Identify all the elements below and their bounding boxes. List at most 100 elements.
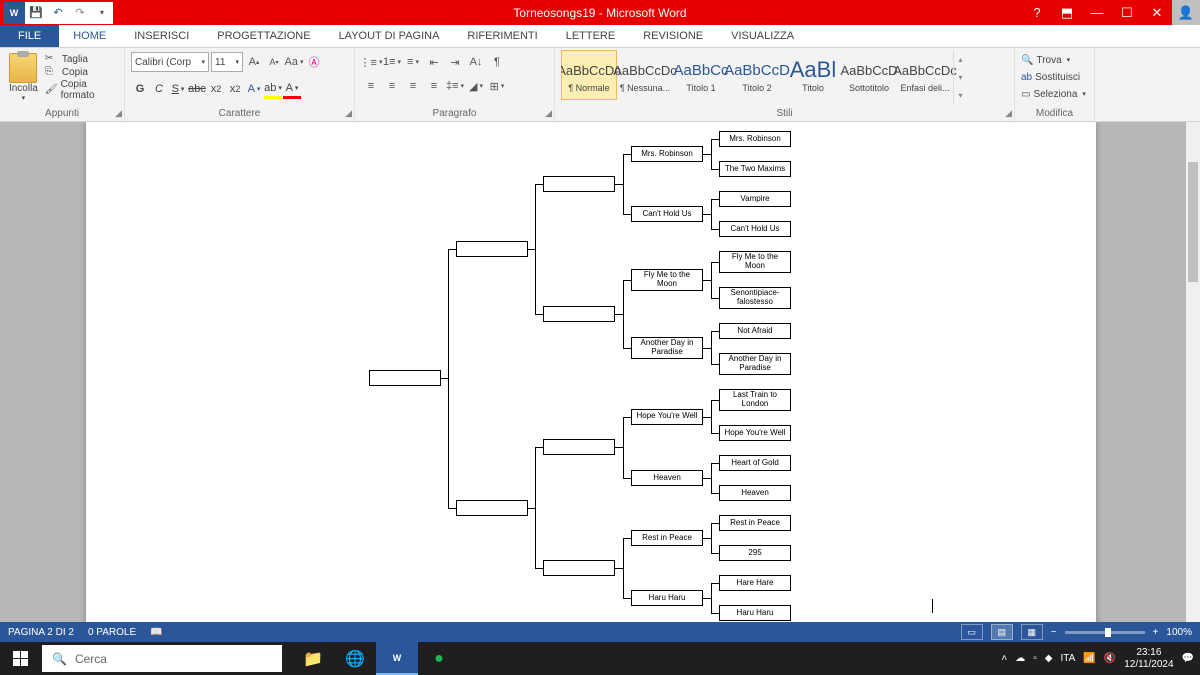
- tab-design[interactable]: PROGETTAZIONE: [203, 25, 324, 47]
- tab-view[interactable]: VISUALIZZA: [717, 25, 808, 47]
- save-icon[interactable]: 💾: [25, 2, 47, 24]
- r2-box-1[interactable]: [456, 500, 528, 516]
- tab-letters[interactable]: LETTERE: [552, 25, 630, 47]
- shading-icon[interactable]: ◢▾: [466, 76, 486, 96]
- r8-box-0[interactable]: Mrs. Robinson: [631, 146, 703, 162]
- r8-box-7[interactable]: Haru Haru: [631, 590, 703, 606]
- paragraph-launcher-icon[interactable]: ◢: [545, 108, 552, 119]
- shrink-font-icon[interactable]: A▾: [265, 52, 283, 72]
- tab-refs[interactable]: RIFERIMENTI: [453, 25, 551, 47]
- web-layout-icon[interactable]: ▦: [1021, 624, 1043, 640]
- r16-box-4[interactable]: Fly Me to the Moon: [719, 251, 791, 273]
- document-area[interactable]: Mrs. Robinson The Two Maxims Vampire Can't …: [0, 122, 1186, 642]
- vertical-scrollbar[interactable]: [1186, 122, 1200, 642]
- minimize-icon[interactable]: —: [1082, 0, 1112, 25]
- r16-box-1[interactable]: The Two Maxims: [719, 161, 791, 177]
- tray-app-icon[interactable]: ▫: [1033, 653, 1037, 664]
- bullets-icon[interactable]: ⋮≡▾: [361, 52, 381, 72]
- tray-chevron-icon[interactable]: ˄: [1001, 653, 1007, 664]
- replace-button[interactable]: ab Sostituisci: [1021, 69, 1088, 85]
- r16-box-15[interactable]: Haru Haru: [719, 605, 791, 621]
- line-spacing-icon[interactable]: ‡≡▾: [445, 76, 465, 96]
- print-layout-icon[interactable]: ▤: [991, 624, 1013, 640]
- align-center-icon[interactable]: ≡: [382, 76, 402, 96]
- taskbar-search[interactable]: 🔍 Cerca: [42, 645, 282, 672]
- r16-box-3[interactable]: Can't Hold Us: [719, 221, 791, 237]
- style-sottotitolo[interactable]: AaBbCcDSottotitolo: [841, 50, 897, 100]
- style--normale[interactable]: AaBbCcDc¶ Normale: [561, 50, 617, 100]
- word-count[interactable]: 0 PAROLE: [88, 627, 136, 638]
- style-titolo[interactable]: AaBlTitolo: [785, 50, 841, 100]
- copy-button[interactable]: ⎘Copia: [45, 66, 118, 78]
- r8-box-2[interactable]: Fly Me to the Moon: [631, 269, 703, 291]
- tab-review[interactable]: REVISIONE: [629, 25, 717, 47]
- proofing-icon[interactable]: 📖: [150, 627, 162, 638]
- qa-more-icon[interactable]: ▾: [91, 2, 113, 24]
- r8-box-5[interactable]: Heaven: [631, 470, 703, 486]
- dec-indent-icon[interactable]: ⇤: [424, 52, 444, 72]
- font-launcher-icon[interactable]: ◢: [345, 108, 352, 119]
- tab-home[interactable]: HOME: [59, 25, 120, 47]
- tab-layout[interactable]: LAYOUT DI PAGINA: [325, 25, 454, 47]
- volume-icon[interactable]: 🔇: [1104, 653, 1116, 664]
- align-left-icon[interactable]: ≡: [361, 76, 381, 96]
- r16-box-5[interactable]: Senontipiace-falostesso: [719, 287, 791, 309]
- page-indicator[interactable]: PAGINA 2 DI 2: [8, 627, 74, 638]
- justify-icon[interactable]: ≡: [424, 76, 444, 96]
- r16-box-11[interactable]: Heaven: [719, 485, 791, 501]
- superscript-icon[interactable]: x2: [226, 79, 244, 99]
- r4-box-0[interactable]: [543, 176, 615, 192]
- align-right-icon[interactable]: ≡: [403, 76, 423, 96]
- style-titolo-2[interactable]: AaBbCcDTitolo 2: [729, 50, 785, 100]
- bold-icon[interactable]: G: [131, 79, 149, 99]
- cut-button[interactable]: ✂Taglia: [45, 53, 118, 65]
- r16-box-10[interactable]: Heart of Gold: [719, 455, 791, 471]
- chrome-icon[interactable]: 🌐: [334, 642, 376, 675]
- r2-box-0[interactable]: [456, 241, 528, 257]
- styles-more-icon[interactable]: ▴▾▾: [953, 50, 967, 104]
- numbering-icon[interactable]: 1≡▾: [382, 52, 402, 72]
- show-marks-icon[interactable]: ¶: [487, 52, 507, 72]
- r4-box-3[interactable]: [543, 560, 615, 576]
- r16-box-14[interactable]: Hare Hare: [719, 575, 791, 591]
- wifi-icon[interactable]: 📶: [1083, 653, 1095, 664]
- paste-button[interactable]: Incolla ▾: [6, 50, 41, 104]
- select-button[interactable]: ▭ Seleziona ▾: [1021, 86, 1088, 102]
- r16-box-0[interactable]: Mrs. Robinson: [719, 131, 791, 147]
- r8-box-6[interactable]: Rest in Peace: [631, 530, 703, 546]
- read-mode-icon[interactable]: ▭: [961, 624, 983, 640]
- clock[interactable]: 23:1612/11/2024: [1124, 647, 1173, 671]
- zoom-slider[interactable]: [1065, 631, 1145, 634]
- italic-icon[interactable]: C: [150, 79, 168, 99]
- r16-box-2[interactable]: Vampire: [719, 191, 791, 207]
- subscript-icon[interactable]: x2: [207, 79, 225, 99]
- font-color-icon[interactable]: A▾: [283, 79, 301, 99]
- styles-gallery[interactable]: AaBbCcDc¶ NormaleAaBbCcDc¶ Nessuna...AaB…: [561, 50, 1008, 104]
- ribbon-display-icon[interactable]: ⬒: [1052, 0, 1082, 25]
- highlight-icon[interactable]: ab▾: [264, 79, 282, 99]
- r16-box-12[interactable]: Rest in Peace: [719, 515, 791, 531]
- strike-icon[interactable]: abc: [188, 79, 206, 99]
- tab-insert[interactable]: INSERISCI: [120, 25, 203, 47]
- change-case-icon[interactable]: Aa▾: [285, 52, 303, 72]
- r16-box-8[interactable]: Last Train to London: [719, 389, 791, 411]
- word-taskbar-icon[interactable]: W: [376, 642, 418, 675]
- language-icon[interactable]: ITA: [1061, 653, 1076, 664]
- explorer-icon[interactable]: 📁: [292, 642, 334, 675]
- onedrive-icon[interactable]: ☁: [1015, 653, 1025, 664]
- r16-box-13[interactable]: 295: [719, 545, 791, 561]
- grow-font-icon[interactable]: A▴: [245, 52, 263, 72]
- styles-launcher-icon[interactable]: ◢: [1005, 108, 1012, 119]
- r16-box-9[interactable]: Hope You're Well: [719, 425, 791, 441]
- text-effects-icon[interactable]: A▾: [245, 79, 263, 99]
- multilevel-icon[interactable]: ≡▾: [403, 52, 423, 72]
- account-icon[interactable]: 👤: [1172, 0, 1200, 25]
- redo-icon[interactable]: ↷: [69, 2, 91, 24]
- style-titolo-1[interactable]: AaBbCcTitolo 1: [673, 50, 729, 100]
- underline-icon[interactable]: S▾: [169, 79, 187, 99]
- r4-box-1[interactable]: [543, 306, 615, 322]
- find-button[interactable]: 🔍 Trova ▾: [1021, 52, 1088, 68]
- r8-box-4[interactable]: Hope You're Well: [631, 409, 703, 425]
- style-enfasi-deli-[interactable]: AaBbCcDcEnfasi deli...: [897, 50, 953, 100]
- r8-box-1[interactable]: Can't Hold Us: [631, 206, 703, 222]
